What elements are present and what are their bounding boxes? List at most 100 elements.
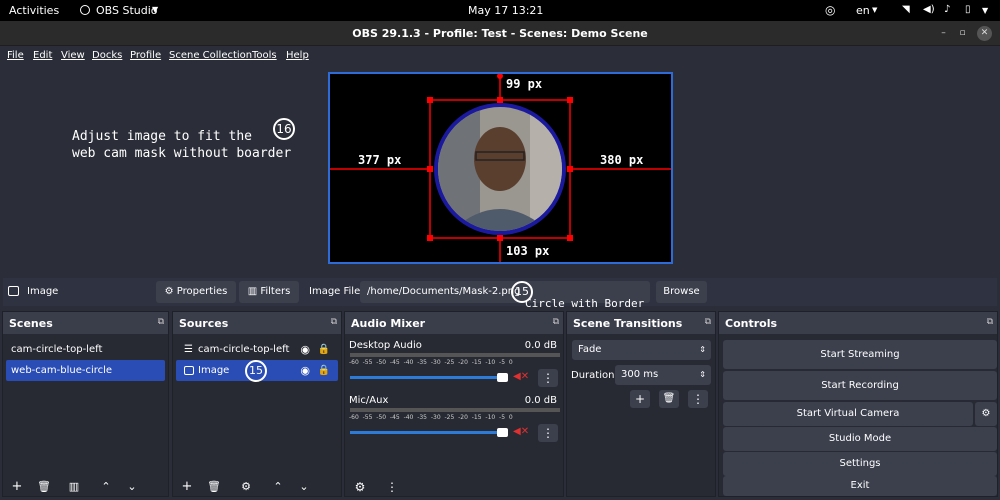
window-title-bar: OBS 29.1.3 - Profile: Test - Scenes: Dem…: [0, 21, 1000, 46]
wifi-icon[interactable]: ◥: [902, 4, 910, 15]
undock-icon[interactable]: ⧉: [705, 317, 711, 327]
battery-icon[interactable]: ▯: [965, 4, 971, 15]
select-arrows-icon: ⇕: [699, 345, 706, 354]
menu-tools[interactable]: Tools: [252, 50, 277, 61]
virtual-camera-settings-icon[interactable]: ⚙: [975, 402, 997, 426]
controls-header: Controls ⧉: [719, 312, 997, 334]
undock-icon[interactable]: ⧉: [987, 317, 993, 327]
filters-button[interactable]: ▥ Filters: [239, 281, 299, 303]
handle-tr: [567, 97, 573, 103]
remove-scene-icon[interactable]: 🗑: [33, 477, 55, 497]
duration-spinbox[interactable]: 300 ms ⇕: [615, 365, 711, 385]
scenes-dock: Scenes ⧉ cam-circle-top-left web-cam-blue…: [2, 311, 169, 497]
add-scene-icon[interactable]: +: [6, 477, 28, 497]
menu-edit[interactable]: Edit: [33, 50, 52, 61]
source-item[interactable]: ☰ cam-circle-top-left ◉ 🔒: [176, 339, 338, 360]
window-title: OBS 29.1.3 - Profile: Test - Scenes: Dem…: [352, 27, 648, 40]
image-source-icon: [184, 366, 194, 375]
scene-item-selected[interactable]: web-cam-blue-circle: [6, 360, 165, 381]
audio-mixer-dock: Audio Mixer ⧉ Desktop Audio 0.0 dB -60 -5…: [344, 311, 564, 497]
remove-source-icon[interactable]: 🗑: [203, 477, 225, 497]
studio-mode-button[interactable]: Studio Mode: [723, 427, 997, 451]
channel-name: Desktop Audio: [349, 340, 422, 351]
distance-top-label: 99 px: [506, 77, 543, 91]
menu-scene-collection[interactable]: Scene Collection: [169, 50, 252, 61]
scene-item[interactable]: cam-circle-top-left: [6, 339, 165, 360]
channel-menu-icon[interactable]: ⋮: [538, 424, 558, 442]
handle-tl: [427, 97, 433, 103]
audio-mixer-header: Audio Mixer ⧉: [345, 312, 563, 334]
eye-icon[interactable]: ◉: [300, 339, 310, 360]
step-badge-15: 15: [245, 360, 267, 382]
handle-bl: [427, 235, 433, 241]
undock-icon[interactable]: ⧉: [331, 317, 337, 327]
move-up-icon[interactable]: ⌃: [267, 477, 289, 497]
scene-transitions-header: Scene Transitions ⧉: [567, 312, 715, 334]
obs-logo-icon: [80, 5, 90, 15]
audio-meter: [350, 353, 560, 357]
obs-tray-icon[interactable]: ◎: [825, 3, 835, 17]
menu-file[interactable]: File: [7, 50, 24, 61]
eye-icon[interactable]: ◉: [300, 360, 310, 381]
activities-button[interactable]: Activities: [9, 4, 59, 17]
add-source-icon[interactable]: +: [176, 477, 198, 497]
mute-icon[interactable]: ◀✕: [513, 426, 529, 437]
sources-dock: Sources ⧉ ☰ cam-circle-top-left ◉ 🔒 Image…: [172, 311, 342, 497]
remove-transition-icon[interactable]: 🗑: [659, 390, 679, 408]
sources-header: Sources ⧉: [173, 312, 341, 334]
menu-docks[interactable]: Docks: [92, 50, 122, 61]
undock-icon[interactable]: ⧉: [158, 317, 164, 327]
lock-icon[interactable]: 🔒: [318, 360, 330, 381]
system-menu-chevron-icon[interactable]: ▼: [982, 6, 988, 15]
lock-icon[interactable]: 🔒: [318, 339, 330, 360]
source-properties-icon[interactable]: ⚙: [235, 477, 257, 497]
move-down-icon[interactable]: ⌄: [293, 477, 315, 497]
settings-button[interactable]: Settings: [723, 452, 997, 476]
meter-scale: -60 -55 -50 -45 -40 -35 -30 -25 -20 -15 …: [349, 414, 513, 421]
step-badge-16: 16: [273, 118, 295, 140]
volume-slider-handle[interactable]: [497, 373, 508, 382]
audio-menu-icon[interactable]: ⋮: [382, 478, 402, 496]
clock[interactable]: May 17 13:21: [468, 4, 543, 17]
add-transition-icon[interactable]: +: [630, 390, 650, 408]
gear-icon: ⚙: [164, 286, 177, 297]
minimize-icon[interactable]: –: [936, 26, 951, 41]
move-up-icon[interactable]: ⌃: [95, 477, 117, 497]
volume-slider[interactable]: [350, 376, 505, 379]
mute-icon[interactable]: ◀✕: [513, 371, 529, 382]
maximize-icon[interactable]: ▫: [955, 26, 970, 41]
chevron-down-icon[interactable]: ▼: [152, 5, 158, 14]
scene-filters-icon[interactable]: ▥: [63, 477, 85, 497]
handle-ml: [427, 166, 433, 172]
browse-button[interactable]: Browse: [656, 281, 707, 303]
volume-icon[interactable]: ◀): [923, 4, 935, 15]
image-source-icon: [8, 286, 19, 296]
language-chevron-icon[interactable]: ▼: [872, 6, 877, 14]
preview-canvas[interactable]: 99 px 377 px 380 px 103 px: [328, 72, 673, 264]
move-down-icon[interactable]: ⌄: [121, 477, 143, 497]
start-streaming-button[interactable]: Start Streaming: [723, 340, 997, 369]
exit-button[interactable]: Exit: [723, 476, 997, 496]
volume-slider[interactable]: [350, 431, 505, 434]
menu-help[interactable]: Help: [286, 50, 309, 61]
app-menu-label[interactable]: OBS Studio: [96, 4, 158, 17]
properties-button[interactable]: ⚙ Properties: [156, 281, 236, 303]
undock-icon[interactable]: ⧉: [553, 317, 559, 327]
close-icon[interactable]: ✕: [977, 26, 992, 41]
volume-slider-handle[interactable]: [497, 428, 508, 437]
menu-profile[interactable]: Profile: [130, 50, 161, 61]
menu-view[interactable]: View: [61, 50, 85, 61]
scenes-header: Scenes ⧉: [3, 312, 168, 334]
start-recording-button[interactable]: Start Recording: [723, 371, 997, 400]
language-indicator[interactable]: en: [856, 4, 870, 17]
current-source-name: Image: [27, 286, 59, 297]
transition-select[interactable]: Fade ⇕: [572, 340, 711, 360]
audio-meter: [350, 408, 560, 412]
transition-menu-icon[interactable]: ⋮: [688, 390, 708, 408]
microphone-icon[interactable]: ♪: [944, 4, 950, 15]
image-file-label: Image File: [309, 286, 361, 297]
guide-top-end: [497, 74, 503, 79]
channel-menu-icon[interactable]: ⋮: [538, 369, 558, 387]
start-virtual-camera-button[interactable]: Start Virtual Camera: [723, 402, 973, 426]
audio-settings-icon[interactable]: ⚙: [350, 478, 370, 496]
